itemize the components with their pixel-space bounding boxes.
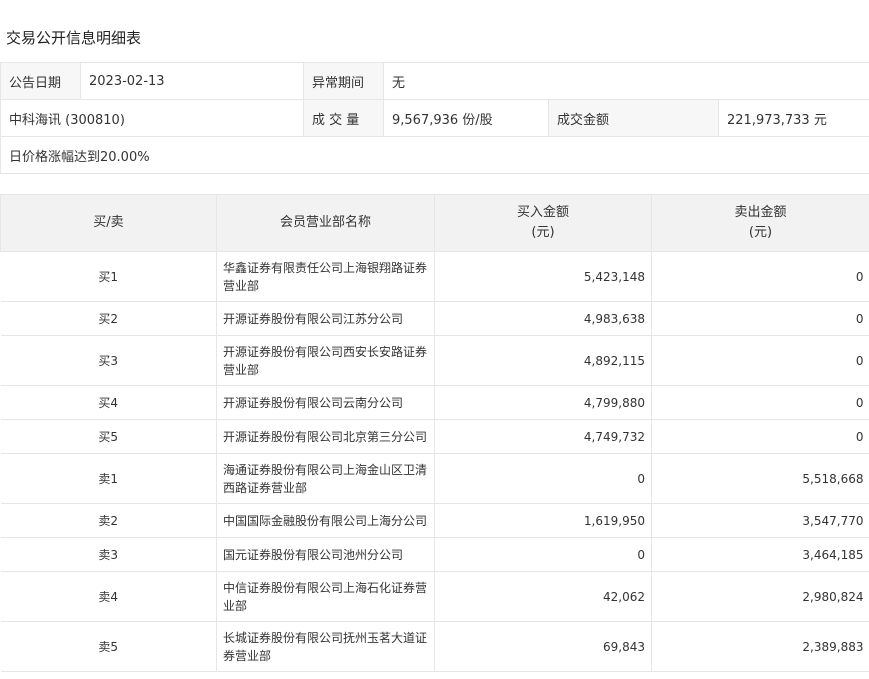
table-row: 买4 开源证券股份有限公司云南分公司 4,799,880 0 [0, 385, 869, 420]
row-sell-amount: 3,547,770 [651, 503, 869, 538]
announce-date-value: 2023-02-13 [80, 62, 304, 100]
header-branch: 会员营业部名称 [216, 194, 435, 252]
summary-row: 中科海讯 (300810) 成 交 量 9,567,936 份/股 成交金额 2… [0, 99, 869, 137]
announce-date-label: 公告日期 [0, 62, 81, 100]
table-row: 卖3 国元证券股份有限公司池州分公司 0 3,464,185 [0, 537, 869, 572]
header-sell-unit: (元) [748, 225, 773, 240]
row-side: 买3 [0, 335, 217, 386]
amount-label: 成交金额 [548, 99, 719, 137]
row-branch: 开源证券股份有限公司西安长安路证券营业部 [216, 335, 435, 386]
header-buy-title: 买入金额 [516, 205, 569, 220]
abnormal-period-value: 无 [382, 62, 869, 100]
row-sell-amount: 0 [651, 301, 869, 336]
row-branch: 中信证券股份有限公司上海石化证券营业部 [216, 571, 435, 622]
row-side: 卖2 [0, 503, 217, 538]
stock-name: 中科海讯 (300810) [0, 99, 304, 137]
table-row: 买3 开源证券股份有限公司西安长安路证券营业部 4,892,115 0 [0, 335, 869, 386]
summary-table: 公告日期 2023-02-13 异常期间 无 中科海讯 (300810) 成 交… [0, 62, 869, 174]
row-side: 买4 [0, 385, 217, 420]
row-side: 买1 [0, 251, 217, 302]
header-side: 买/卖 [0, 194, 217, 252]
row-buy-amount: 4,799,880 [434, 385, 652, 420]
row-branch: 开源证券股份有限公司北京第三分公司 [216, 419, 435, 454]
volume-value: 9,567,936 份/股 [383, 99, 549, 137]
table-row: 买2 开源证券股份有限公司江苏分公司 4,983,638 0 [0, 301, 869, 336]
row-side: 卖4 [0, 571, 217, 622]
table-row: 卖1 海通证券股份有限公司上海金山区卫清西路证券营业部 0 5,518,668 [0, 453, 869, 504]
row-sell-amount: 2,389,883 [651, 621, 869, 672]
row-buy-amount: 4,892,115 [434, 335, 652, 386]
detail-table: 买/卖 会员营业部名称 买入金额 (元) 卖出金额 (元) 买1 华鑫证券有限责… [0, 194, 869, 672]
summary-row: 公告日期 2023-02-13 异常期间 无 [0, 62, 869, 100]
amount-value: 221,973,733 元 [717, 99, 869, 137]
row-buy-amount: 42,062 [434, 571, 652, 622]
row-branch: 开源证券股份有限公司江苏分公司 [216, 301, 435, 336]
row-buy-amount: 4,983,638 [434, 301, 652, 336]
page-title: 交易公开信息明细表 [6, 29, 142, 47]
row-side: 卖5 [0, 621, 217, 672]
row-buy-amount: 69,843 [434, 621, 652, 672]
row-branch: 海通证券股份有限公司上海金山区卫清西路证券营业部 [216, 453, 435, 504]
summary-row: 日价格涨幅达到20.00% [0, 136, 869, 174]
row-branch: 国元证券股份有限公司池州分公司 [216, 537, 435, 572]
table-row: 卖2 中国国际金融股份有限公司上海分公司 1,619,950 3,547,770 [0, 503, 869, 538]
row-sell-amount: 5,518,668 [651, 453, 869, 504]
row-branch: 华鑫证券有限责任公司上海银翔路证券营业部 [216, 251, 435, 302]
header-sell-title: 卖出金额 [734, 205, 787, 220]
table-row: 买5 开源证券股份有限公司北京第三分公司 4,749,732 0 [0, 419, 869, 454]
row-buy-amount: 5,423,148 [434, 251, 652, 302]
detail-header-row: 买/卖 会员营业部名称 买入金额 (元) 卖出金额 (元) [0, 194, 869, 252]
row-sell-amount: 2,980,824 [651, 571, 869, 622]
row-buy-amount: 0 [434, 453, 652, 504]
row-side: 卖3 [0, 537, 217, 572]
row-branch: 长城证券股份有限公司抚州玉茗大道证券营业部 [216, 621, 435, 672]
row-side: 买5 [0, 419, 217, 454]
row-branch: 中国国际金融股份有限公司上海分公司 [216, 503, 435, 538]
row-branch: 开源证券股份有限公司云南分公司 [216, 385, 435, 420]
header-buy-unit: (元) [531, 225, 555, 240]
header-buy-amount: 买入金额 (元) [434, 194, 652, 252]
row-buy-amount: 4,749,732 [434, 419, 652, 454]
table-row: 卖4 中信证券股份有限公司上海石化证券营业部 42,062 2,980,824 [0, 571, 869, 622]
header-sell-amount: 卖出金额 (元) [651, 194, 869, 252]
abnormal-period-label: 异常期间 [303, 62, 384, 100]
row-buy-amount: 0 [434, 537, 652, 572]
table-row: 买1 华鑫证券有限责任公司上海银翔路证券营业部 5,423,148 0 [0, 251, 869, 302]
row-sell-amount: 3,464,185 [651, 537, 869, 572]
row-sell-amount: 0 [651, 251, 869, 302]
row-sell-amount: 0 [651, 335, 869, 386]
row-buy-amount: 1,619,950 [434, 503, 652, 538]
reason-text: 日价格涨幅达到20.00% [0, 136, 869, 174]
volume-label: 成 交 量 [303, 99, 384, 137]
row-sell-amount: 0 [651, 419, 869, 454]
row-side: 买2 [0, 301, 217, 336]
row-side: 卖1 [0, 453, 217, 504]
table-row: 卖5 长城证券股份有限公司抚州玉茗大道证券营业部 69,843 2,389,88… [0, 621, 869, 672]
row-sell-amount: 0 [651, 385, 869, 420]
